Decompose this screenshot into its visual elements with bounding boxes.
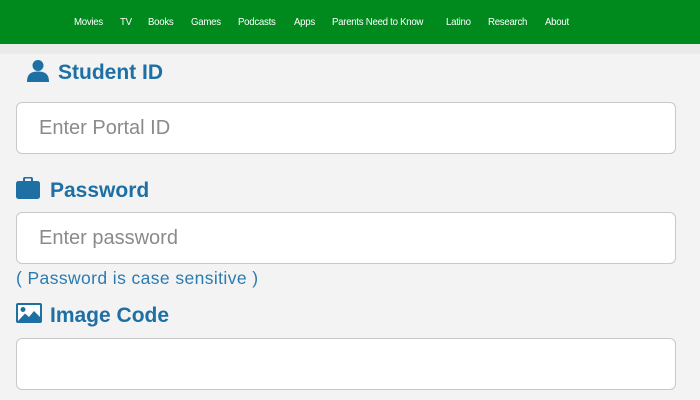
- image-code-label-text: Image Code: [50, 304, 170, 327]
- picture-icon: [16, 303, 42, 329]
- nav-link-research[interactable]: Research: [488, 16, 527, 28]
- top-navigation-bar: Movies TV Books Games Podcasts Apps Pare…: [0, 0, 700, 44]
- student-id-label: Student ID: [26, 58, 163, 88]
- nav-link-parents-need-to-know[interactable]: Parents Need to Know: [332, 16, 423, 28]
- password-hint: ( Password is case sensitive ): [16, 268, 259, 288]
- nav-bottom-strip: [0, 44, 700, 54]
- password-label-text: Password: [50, 179, 150, 202]
- password-input[interactable]: [16, 212, 676, 264]
- nav-link-games[interactable]: Games: [191, 16, 221, 28]
- image-code-label: Image Code: [16, 303, 169, 329]
- nav-link-podcasts[interactable]: Podcasts: [238, 16, 276, 28]
- nav-link-books[interactable]: Books: [148, 16, 174, 28]
- student-id-label-text: Student ID: [58, 61, 163, 84]
- password-label: Password: [16, 176, 150, 205]
- nav-link-tv[interactable]: TV: [120, 16, 132, 28]
- nav-link-apps[interactable]: Apps: [294, 16, 315, 28]
- student-id-input[interactable]: [16, 102, 676, 154]
- nav-link-latino[interactable]: Latino: [446, 16, 471, 28]
- nav-link-movies[interactable]: Movies: [74, 16, 103, 28]
- image-code-input[interactable]: [16, 338, 676, 390]
- user-icon: [26, 58, 50, 88]
- nav-link-about[interactable]: About: [545, 16, 569, 28]
- briefcase-icon: [16, 176, 40, 205]
